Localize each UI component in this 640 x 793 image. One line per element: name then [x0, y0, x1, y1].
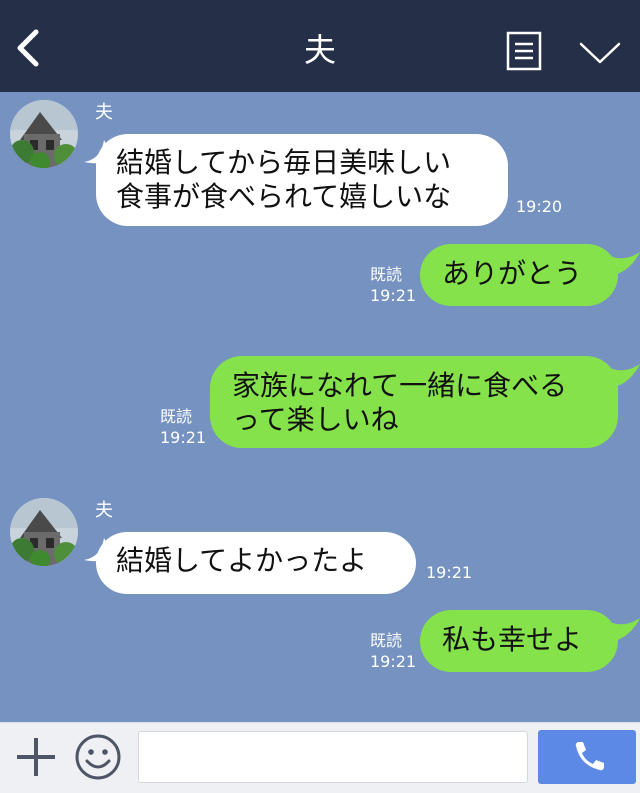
message-bubble-outgoing[interactable]: ありがとう [420, 244, 618, 306]
menu-icon[interactable] [506, 31, 542, 71]
message-time: 19:21 [426, 563, 473, 582]
chevron-down-icon[interactable] [578, 38, 622, 66]
chat-header: 夫 [0, 0, 640, 92]
chat-title: 夫 [303, 31, 336, 69]
sender-name: 夫 [95, 102, 113, 123]
read-status: 既読 [370, 265, 403, 284]
message-bubble-outgoing[interactable]: 家族になれて一緒に食べる って楽しいね [210, 356, 618, 448]
message-bubble-incoming[interactable]: 結婚してから毎日美味しい 食事が食べられて嬉しいな [96, 134, 508, 226]
smiley-icon[interactable] [74, 733, 122, 781]
avatar-photo [10, 100, 78, 168]
call-button[interactable] [538, 730, 636, 784]
sender-name: 夫 [95, 500, 113, 521]
avatar-photo [10, 498, 78, 566]
message-time: 19:21 [370, 286, 417, 305]
avatar[interactable] [10, 100, 78, 168]
avatar[interactable] [10, 498, 78, 566]
message-time: 19:21 [370, 652, 417, 671]
input-bar [0, 722, 640, 793]
message-input[interactable] [138, 731, 528, 783]
message-bubble-outgoing[interactable]: 私も幸せよ [420, 610, 618, 672]
phone-icon [575, 742, 604, 771]
message-bubble-incoming[interactable]: 結婚してよかったよ [96, 532, 416, 594]
read-status: 既読 [370, 631, 403, 650]
plus-icon[interactable] [14, 735, 58, 779]
message-list[interactable]: 夫 結婚してから毎日美味しい 食事が食べられて嬉しいな 19:20 既読 19:… [0, 92, 640, 722]
message-time: 19:21 [160, 428, 207, 447]
message-time: 19:20 [516, 197, 563, 216]
read-status: 既読 [160, 407, 193, 426]
